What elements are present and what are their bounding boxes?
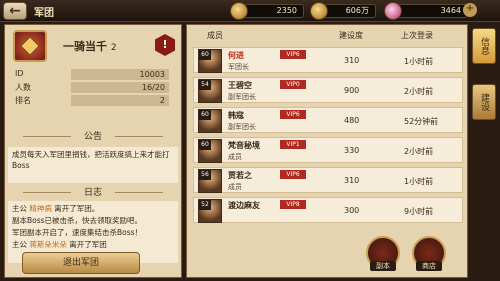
member-row[interactable]: 56 贾若之 VIP6 成员 310 1小时前 bbox=[193, 167, 463, 193]
log-entry: 主公 蒋斯朵米朵 离开了军团 bbox=[12, 240, 107, 249]
member-contribution: 480 bbox=[344, 116, 360, 125]
gem-icon bbox=[384, 2, 402, 20]
legion-name: 一骑当千 2 bbox=[63, 40, 117, 53]
avatar: 52 bbox=[198, 199, 222, 223]
legion-info-panel: 一骑当千 2 ! ID 10003 人数 16/20 排名 2 公告 成员每天入… bbox=[4, 24, 182, 278]
member-last-login: 1小时前 bbox=[404, 57, 434, 66]
page-title: 军团 bbox=[34, 8, 54, 19]
copper-resource: 2350 bbox=[230, 2, 304, 20]
dungeon-button[interactable]: 副本 bbox=[366, 236, 400, 271]
tab-info[interactable]: 信息 bbox=[472, 28, 496, 64]
log-entry: 副本Boss已被击杀，快去领取奖励吧。 bbox=[12, 216, 143, 225]
vip-badge: VIP1 bbox=[280, 140, 306, 149]
dungeon-label: 副本 bbox=[370, 261, 396, 271]
legion-level: 2 bbox=[110, 43, 117, 53]
member-name: 贾若之 bbox=[228, 171, 252, 180]
gold-resource: 606万 bbox=[310, 2, 376, 20]
copper-value: 2350 bbox=[276, 6, 297, 15]
member-last-login: 2小时前 bbox=[404, 87, 434, 96]
member-role: 副军团长 bbox=[228, 93, 256, 101]
shop-label: 商店 bbox=[416, 261, 442, 271]
avatar: 60 bbox=[198, 109, 222, 133]
member-last-login: 1小时前 bbox=[404, 177, 434, 186]
vip-badge: VIP6 bbox=[280, 50, 306, 59]
member-role: 成员 bbox=[228, 153, 242, 161]
vip-badge: VIP0 bbox=[280, 80, 306, 89]
member-last-login: 52分钟前 bbox=[404, 117, 439, 126]
log-entry: 军团副本开启了，速度集结击杀Boss！ bbox=[12, 228, 143, 237]
member-rows[interactable]: 60 何进 VIP6 军团长 310 1小时前 54 王碧空 VIP0 副军团长… bbox=[193, 47, 463, 255]
member-role: 成员 bbox=[228, 183, 242, 191]
avatar: 60 bbox=[198, 139, 222, 163]
member-contribution: 310 bbox=[344, 176, 360, 185]
copper-coin-icon bbox=[230, 2, 248, 20]
gold-ingot-icon bbox=[310, 2, 328, 20]
gold-value: 606万 bbox=[345, 6, 369, 15]
vip-badge: VIP6 bbox=[280, 170, 306, 179]
member-contribution: 310 bbox=[344, 56, 360, 65]
log-heading: 日志 bbox=[5, 185, 181, 199]
avatar: 60 bbox=[198, 49, 222, 73]
member-row[interactable]: 54 王碧空 VIP0 副军团长 900 2小时前 bbox=[193, 77, 463, 103]
col-last-login: 上次登录 bbox=[401, 31, 433, 40]
member-row[interactable]: 60 梵音秘境 VIP1 成员 330 2小时前 bbox=[193, 137, 463, 163]
vip-badge: VIP6 bbox=[280, 110, 306, 119]
avatar: 54 bbox=[198, 79, 222, 103]
member-contribution: 900 bbox=[344, 86, 360, 95]
col-member: 成员 bbox=[207, 31, 223, 40]
members-label: 人数 bbox=[15, 83, 31, 92]
member-last-login: 9小时前 bbox=[404, 207, 434, 216]
member-name: 王碧空 bbox=[228, 81, 252, 90]
member-name: 渡边麻友 bbox=[228, 201, 260, 210]
avatar: 56 bbox=[198, 169, 222, 193]
member-name: 梵音秘境 bbox=[228, 141, 260, 150]
member-contribution: 300 bbox=[344, 206, 360, 215]
vip-badge: VIP8 bbox=[280, 200, 306, 209]
member-row[interactable]: 60 韩寇 VIP6 副军团长 480 52分钟前 bbox=[193, 107, 463, 133]
member-name: 韩寇 bbox=[228, 111, 244, 120]
member-contribution: 330 bbox=[344, 146, 360, 155]
back-arrow-icon: ← bbox=[9, 3, 21, 19]
member-last-login: 2小时前 bbox=[404, 147, 434, 156]
member-row[interactable]: 52 渡边麻友 VIP8 300 9小时前 bbox=[193, 197, 463, 223]
quit-legion-button[interactable]: 退出军团 bbox=[22, 252, 140, 274]
col-contribution: 建设度 bbox=[339, 31, 363, 40]
notice-text: 成员每天入军团里捐钱，把活跃度搞上来才能打Boss bbox=[8, 147, 178, 183]
rank-label: 排名 bbox=[15, 96, 31, 105]
gem-value: 3464 bbox=[440, 6, 461, 15]
alert-icon[interactable]: ! bbox=[155, 34, 175, 56]
id-label: ID bbox=[15, 69, 24, 78]
gem-resource: 3464 + bbox=[384, 2, 477, 20]
rank-value: 2 bbox=[71, 95, 169, 106]
add-gem-button[interactable]: + bbox=[463, 3, 477, 17]
tab-build[interactable]: 建设 bbox=[472, 84, 496, 120]
notice-heading: 公告 bbox=[5, 129, 181, 143]
id-value: 10003 bbox=[71, 69, 169, 80]
back-button[interactable]: ← bbox=[3, 2, 27, 20]
shop-button[interactable]: 商店 bbox=[412, 236, 446, 271]
member-role: 副军团长 bbox=[228, 123, 256, 131]
legion-emblem bbox=[13, 30, 47, 62]
member-row[interactable]: 60 何进 VIP6 军团长 310 1小时前 bbox=[193, 47, 463, 73]
member-name: 何进 bbox=[228, 51, 244, 60]
members-value: 16/20 bbox=[71, 82, 169, 93]
log-entry: 主公 精神病 离开了军团。 bbox=[12, 204, 100, 213]
member-role: 军团长 bbox=[228, 63, 249, 71]
top-bar: ← 军团 2350 606万 3464 + bbox=[0, 0, 500, 22]
